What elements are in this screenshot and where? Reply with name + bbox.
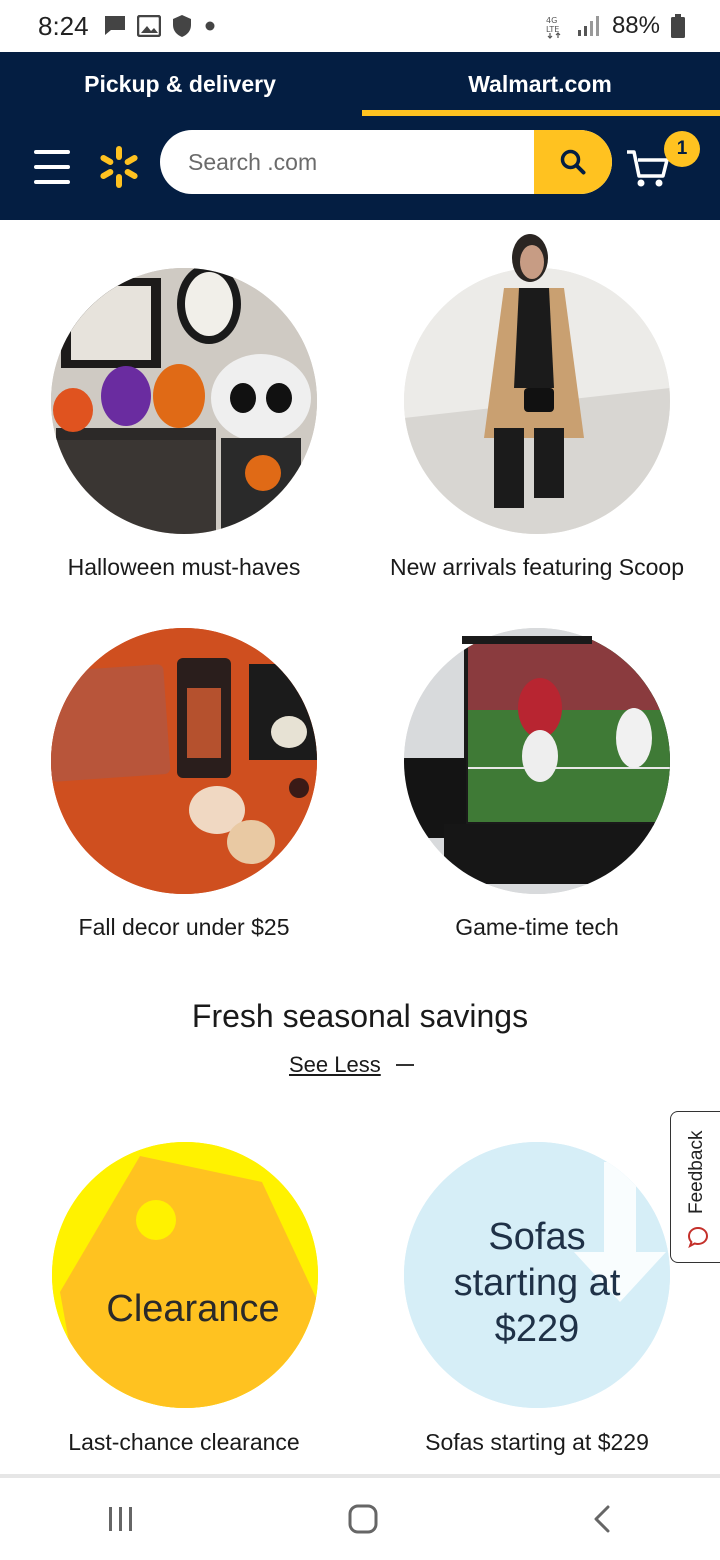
search-button[interactable] [534, 130, 612, 194]
status-bar: 8:24 4G LTE 88% [0, 0, 720, 52]
tile-label[interactable]: Fall decor under $25 [4, 914, 364, 941]
coat-model-image[interactable] [404, 268, 670, 534]
tile-label[interactable]: Game-time tech [357, 914, 717, 941]
home-icon[interactable] [348, 1504, 378, 1534]
tab-walmart-com[interactable]: Walmart.com [360, 52, 720, 116]
clearance-badge-text: Clearance [106, 1288, 280, 1330]
search-input[interactable] [160, 130, 534, 194]
shield-icon [172, 15, 191, 37]
search-bar [160, 130, 612, 194]
see-less-link[interactable]: See Less [289, 1052, 381, 1078]
fall-decor-image[interactable] [51, 628, 317, 894]
recent-apps-icon[interactable] [106, 1505, 136, 1533]
clearance-image[interactable]: Clearance [52, 1142, 318, 1408]
battery-icon [671, 14, 685, 38]
dot-icon [205, 21, 215, 31]
chat-bubble-icon [687, 1226, 709, 1248]
active-tab-indicator [362, 110, 720, 116]
feedback-tab[interactable]: Feedback [670, 1111, 720, 1263]
svg-text:4G: 4G [546, 16, 557, 25]
sofas-image[interactable]: Sofas starting at $229 [404, 1142, 670, 1408]
tile-label[interactable]: Sofas starting at $229 [357, 1429, 717, 1456]
halloween-decor-image[interactable] [51, 268, 317, 534]
tv-frame-top [462, 636, 592, 644]
lte-icon: 4GLTE [546, 16, 561, 39]
signal-icon [577, 16, 599, 36]
sofas-badge-line: Sofas [488, 1216, 586, 1258]
tile-label[interactable]: New arrivals featuring Scoop [357, 554, 717, 581]
tile-label[interactable]: Last-chance clearance [4, 1429, 364, 1456]
tile-label[interactable]: Halloween must-haves [4, 554, 364, 581]
system-nav-bar [0, 1478, 720, 1560]
feedback-label: Feedback [686, 1130, 707, 1214]
message-icon [104, 16, 125, 35]
model-head-image [512, 234, 548, 282]
tab-pickup-delivery[interactable]: Pickup & delivery [0, 52, 360, 116]
section-title: Fresh seasonal savings [191, 998, 529, 1034]
status-time: 8:24 [38, 10, 89, 41]
image-icon [136, 15, 161, 37]
search-icon [560, 149, 586, 175]
sofas-badge-line: starting at [453, 1262, 621, 1304]
back-icon[interactable] [590, 1504, 614, 1534]
header: Pickup & delivery Walmart.com 1 [0, 52, 720, 220]
menu-icon[interactable] [34, 150, 70, 184]
walmart-spark-logo[interactable] [96, 144, 142, 190]
svg-text:LTE: LTE [546, 25, 559, 34]
cart-count-badge: 1 [664, 131, 700, 167]
football-tv-image[interactable] [404, 628, 670, 894]
collapse-icon[interactable] [396, 1064, 414, 1066]
sofas-badge-line: $229 [494, 1308, 580, 1350]
battery-percent: 88% [611, 12, 660, 39]
